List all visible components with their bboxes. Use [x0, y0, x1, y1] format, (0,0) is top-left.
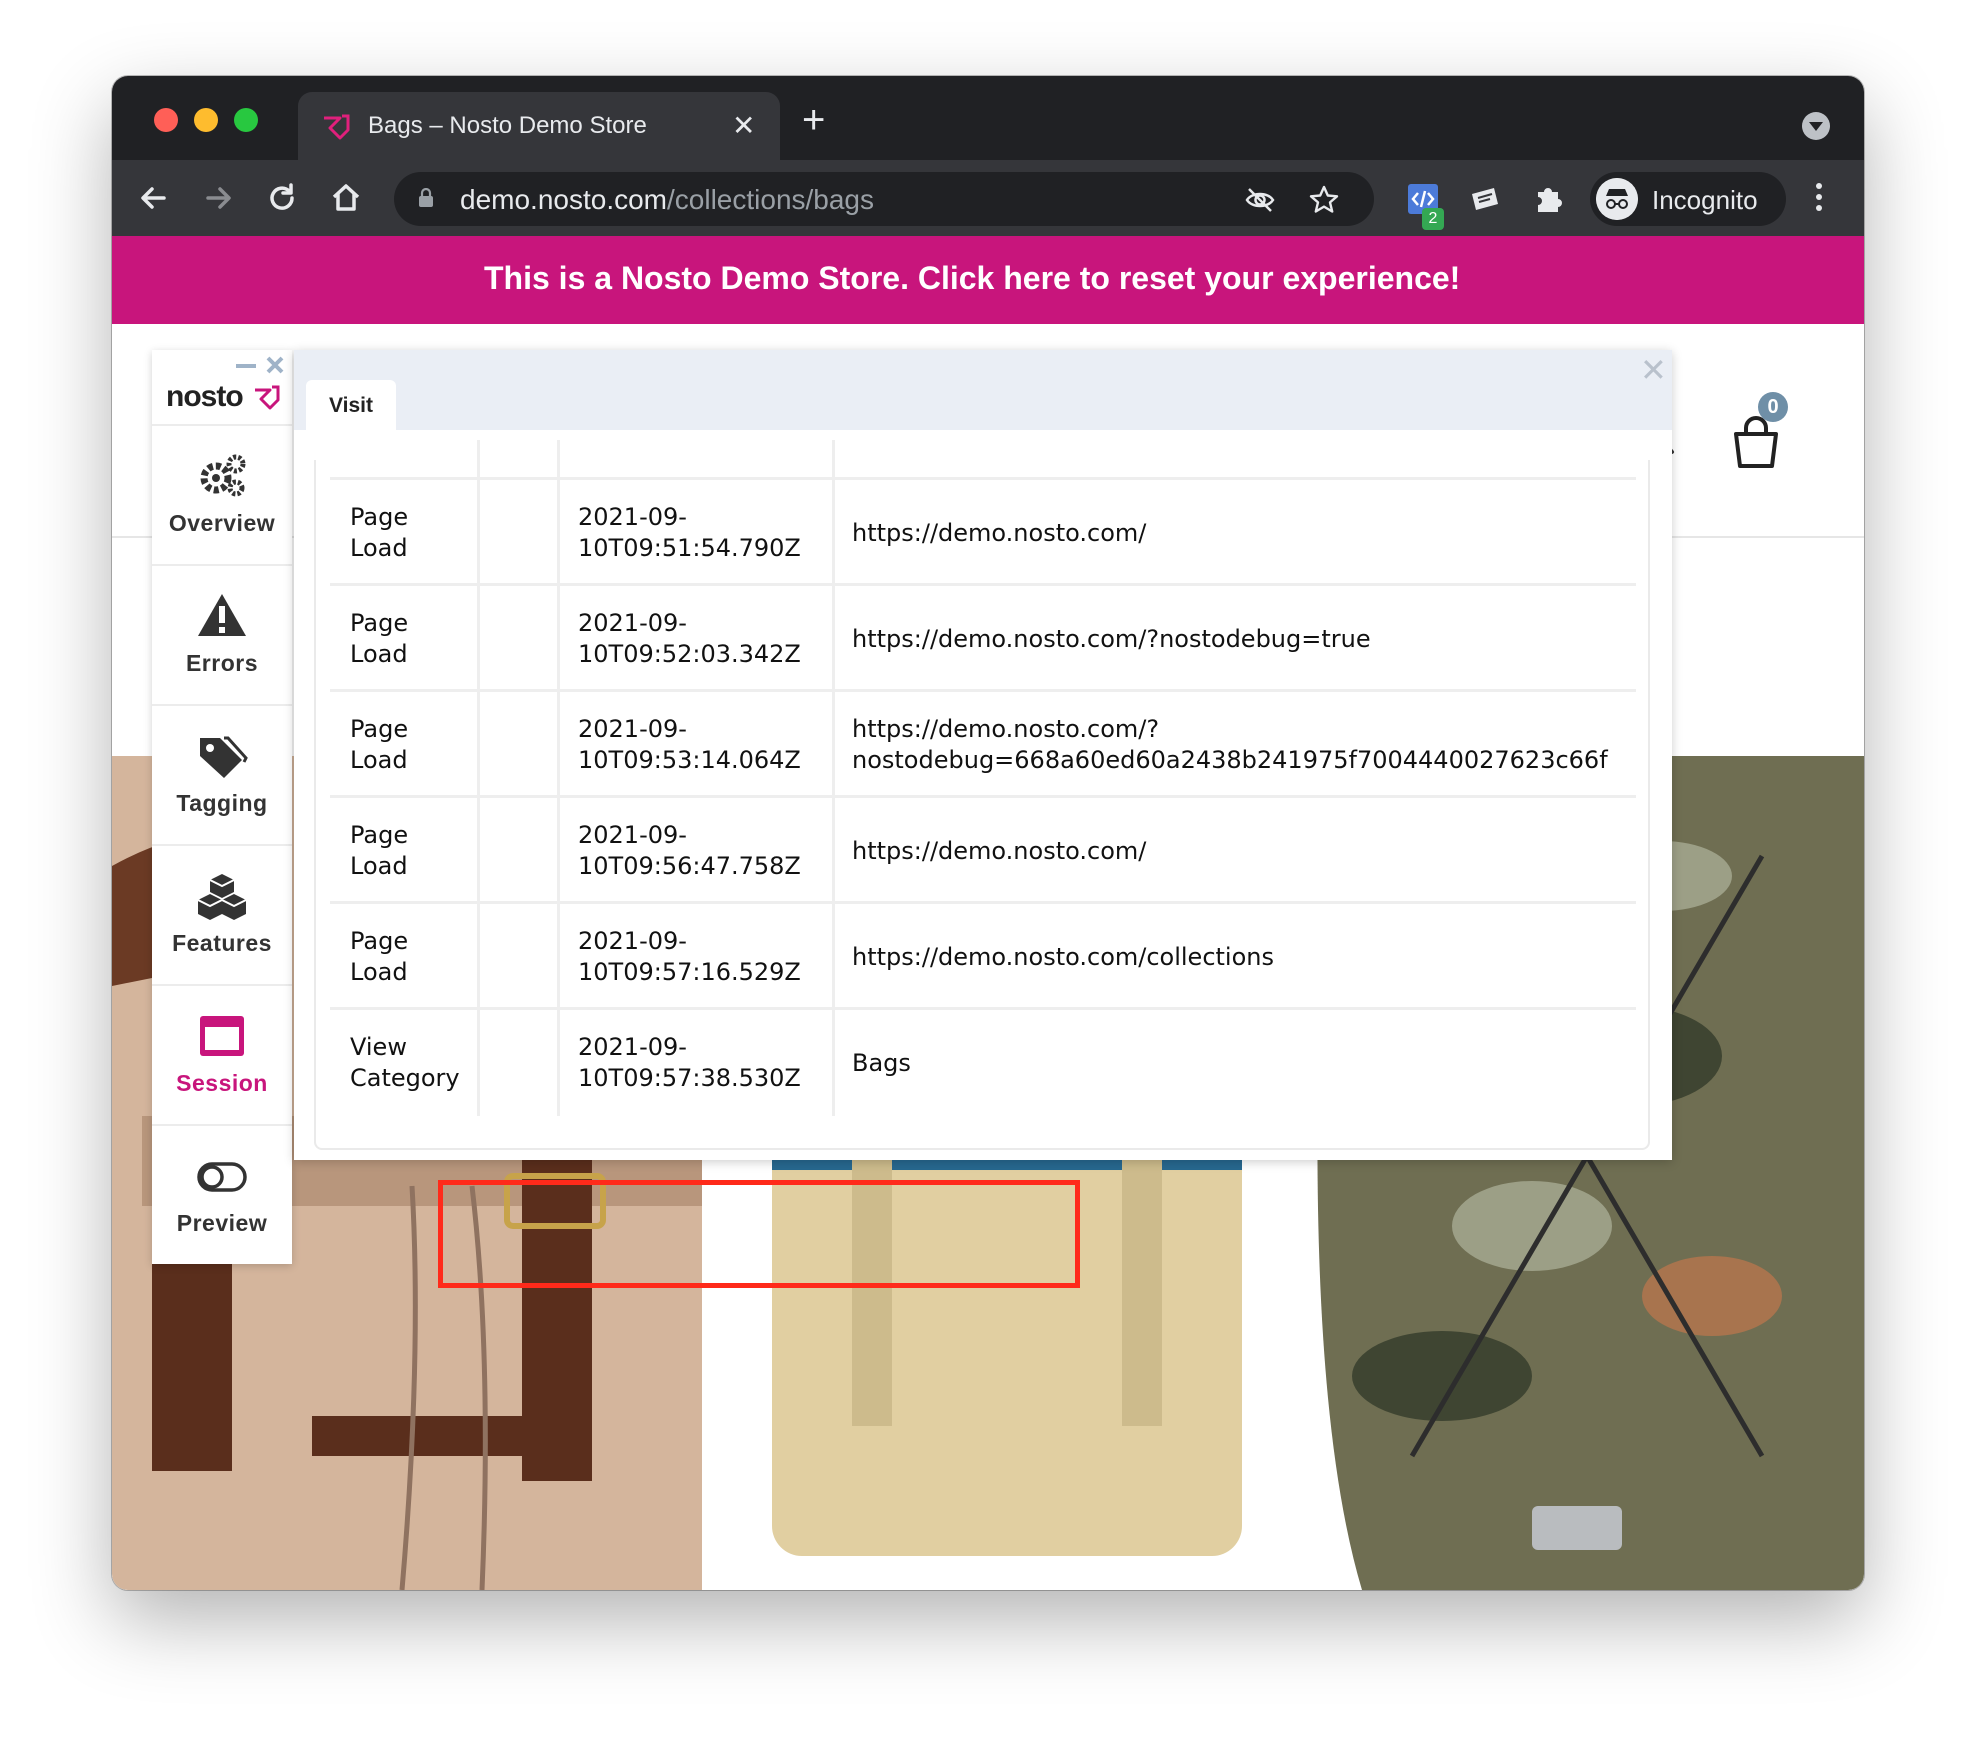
lock-icon	[419, 188, 433, 207]
title-bar: Bags – Nosto Demo Store ✕ +	[112, 76, 1864, 160]
event-value: Bags	[852, 1049, 911, 1077]
panel-close-icon[interactable]: ✕	[1640, 352, 1667, 388]
promo-banner[interactable]: This is a Nosto Demo Store. Click here t…	[112, 236, 1864, 324]
reload-button[interactable]	[262, 178, 302, 218]
tags-icon	[200, 736, 248, 778]
nosto-favicon-icon	[324, 114, 350, 140]
highlight-box	[438, 1180, 1080, 1288]
event-type: Page Load	[350, 821, 409, 880]
event-timestamp: 2021-09- 10T09:57:16.529Z	[578, 927, 801, 986]
address-bar[interactable]: demo.nosto.com/collections/bags	[394, 172, 1374, 226]
sidebar-item-preview[interactable]: Preview	[152, 1124, 292, 1264]
nosto-logo: nosto	[166, 380, 244, 413]
url-text[interactable]: demo.nosto.com/collections/bags	[460, 184, 874, 216]
sidebar-item-tagging[interactable]: Tagging	[152, 704, 292, 844]
browser-tab[interactable]: Bags – Nosto Demo Store ✕	[298, 92, 780, 160]
table-row: Page Load 2021-09- 10T09:51:54.790Z https://…	[330, 480, 1636, 586]
table-row: View Category 2021-09- 10T09:57:38.530Z Bags	[330, 1010, 1636, 1116]
tab-close-icon[interactable]: ✕	[732, 110, 755, 142]
tab-visit[interactable]: Visit	[306, 380, 396, 430]
event-type: Page Load	[350, 715, 409, 774]
tab-title: Bags – Nosto Demo Store	[368, 112, 647, 139]
cart-count-badge: 0	[1758, 392, 1788, 422]
maximize-window-button[interactable]	[234, 108, 258, 132]
extensions-puzzle-icon[interactable]	[1532, 182, 1566, 216]
back-button[interactable]	[134, 178, 174, 218]
event-type: View Category	[350, 1033, 460, 1092]
extension-badge: 2	[1422, 208, 1444, 230]
incognito-label: Incognito	[1652, 185, 1758, 215]
sidebar-item-features[interactable]: Features	[152, 844, 292, 984]
event-timestamp: 2021-09- 10T09:56:47.758Z	[578, 821, 801, 880]
event-timestamp: 2021-09- 10T09:52:03.342Z	[578, 609, 801, 668]
table-row: Page Load 2021-09- 10T09:56:47.758Z https://…	[330, 798, 1636, 904]
minimize-close-controls-icon[interactable]	[232, 354, 292, 378]
bookmark-star-icon[interactable]	[1308, 184, 1340, 216]
event-timestamp: 2021-09- 10T09:57:38.530Z	[578, 1033, 801, 1092]
event-type: Page Load	[350, 927, 409, 986]
gears-icon	[200, 454, 246, 497]
window-icon	[200, 1016, 244, 1056]
event-timestamp: 2021-09- 10T09:51:54.790Z	[578, 503, 801, 562]
table-row	[330, 440, 1636, 480]
sidebar-item-errors[interactable]: Errors	[152, 564, 292, 704]
promo-banner-text[interactable]: This is a Nosto Demo Store. Click here t…	[484, 260, 1460, 297]
incognito-profile-button[interactable]: Incognito	[1590, 172, 1786, 226]
table-row: Page Load 2021-09- 10T09:53:14.064Z https://…	[330, 692, 1636, 798]
toggle-icon	[197, 1162, 247, 1192]
store-page: This is a Nosto Demo Store. Click here t…	[112, 236, 1864, 1590]
event-value: https://demo.nosto.com/?nostodebug=true	[852, 625, 1371, 653]
back-arrow-icon	[141, 187, 166, 209]
table-row: Page Load 2021-09- 10T09:52:03.342Z https://…	[330, 586, 1636, 692]
close-window-button[interactable]	[154, 108, 178, 132]
incognito-icon	[1596, 178, 1638, 220]
forward-arrow-icon	[206, 187, 231, 209]
nosto-debug-sidebar: nosto Overview Errors Tagging Features S…	[152, 350, 292, 1264]
table-row: Page Load 2021-09- 10T09:57:16.529Z https://…	[330, 904, 1636, 1010]
note-extension-icon[interactable]	[1468, 182, 1502, 216]
browser-window: Bags – Nosto Demo Store ✕ + demo.nosto.c…	[112, 76, 1864, 1590]
events-table: Page Load 2021-09- 10T09:51:54.790Z https://…	[314, 440, 1650, 1150]
event-value: https://demo.nosto.com/? nostodebug=668a6…	[852, 715, 1608, 774]
sidebar-item-session[interactable]: Session	[152, 984, 292, 1124]
warning-icon	[198, 594, 246, 636]
sidebar-item-overview[interactable]: Overview	[152, 424, 292, 564]
event-type: Page Load	[350, 503, 409, 562]
nosto-logo-icon	[255, 385, 280, 410]
panel-tab-bar: Visit ✕	[294, 350, 1672, 430]
browser-menu-icon[interactable]	[1814, 180, 1824, 220]
event-type: Page Load	[350, 609, 409, 668]
cubes-icon	[197, 874, 247, 920]
event-timestamp: 2021-09- 10T09:53:14.064Z	[578, 715, 801, 774]
event-value: https://demo.nosto.com/collections	[852, 943, 1274, 971]
eye-slash-icon[interactable]	[1244, 184, 1276, 216]
tab-search-icon[interactable]	[1802, 112, 1830, 140]
reload-icon	[270, 183, 294, 210]
home-button[interactable]	[326, 178, 366, 218]
new-tab-button[interactable]: +	[802, 100, 825, 140]
home-icon	[332, 184, 360, 211]
minimize-window-button[interactable]	[194, 108, 218, 132]
nosto-session-panel: Visit ✕ Page Load 2021-09- 10T09:51:54.790Z…	[294, 350, 1672, 1160]
event-value: https://demo.nosto.com/	[852, 837, 1147, 865]
event-value: https://demo.nosto.com/	[852, 519, 1147, 547]
forward-button[interactable]	[198, 178, 238, 218]
browser-toolbar: demo.nosto.com/collections/bags 2 Incogn…	[112, 160, 1864, 236]
